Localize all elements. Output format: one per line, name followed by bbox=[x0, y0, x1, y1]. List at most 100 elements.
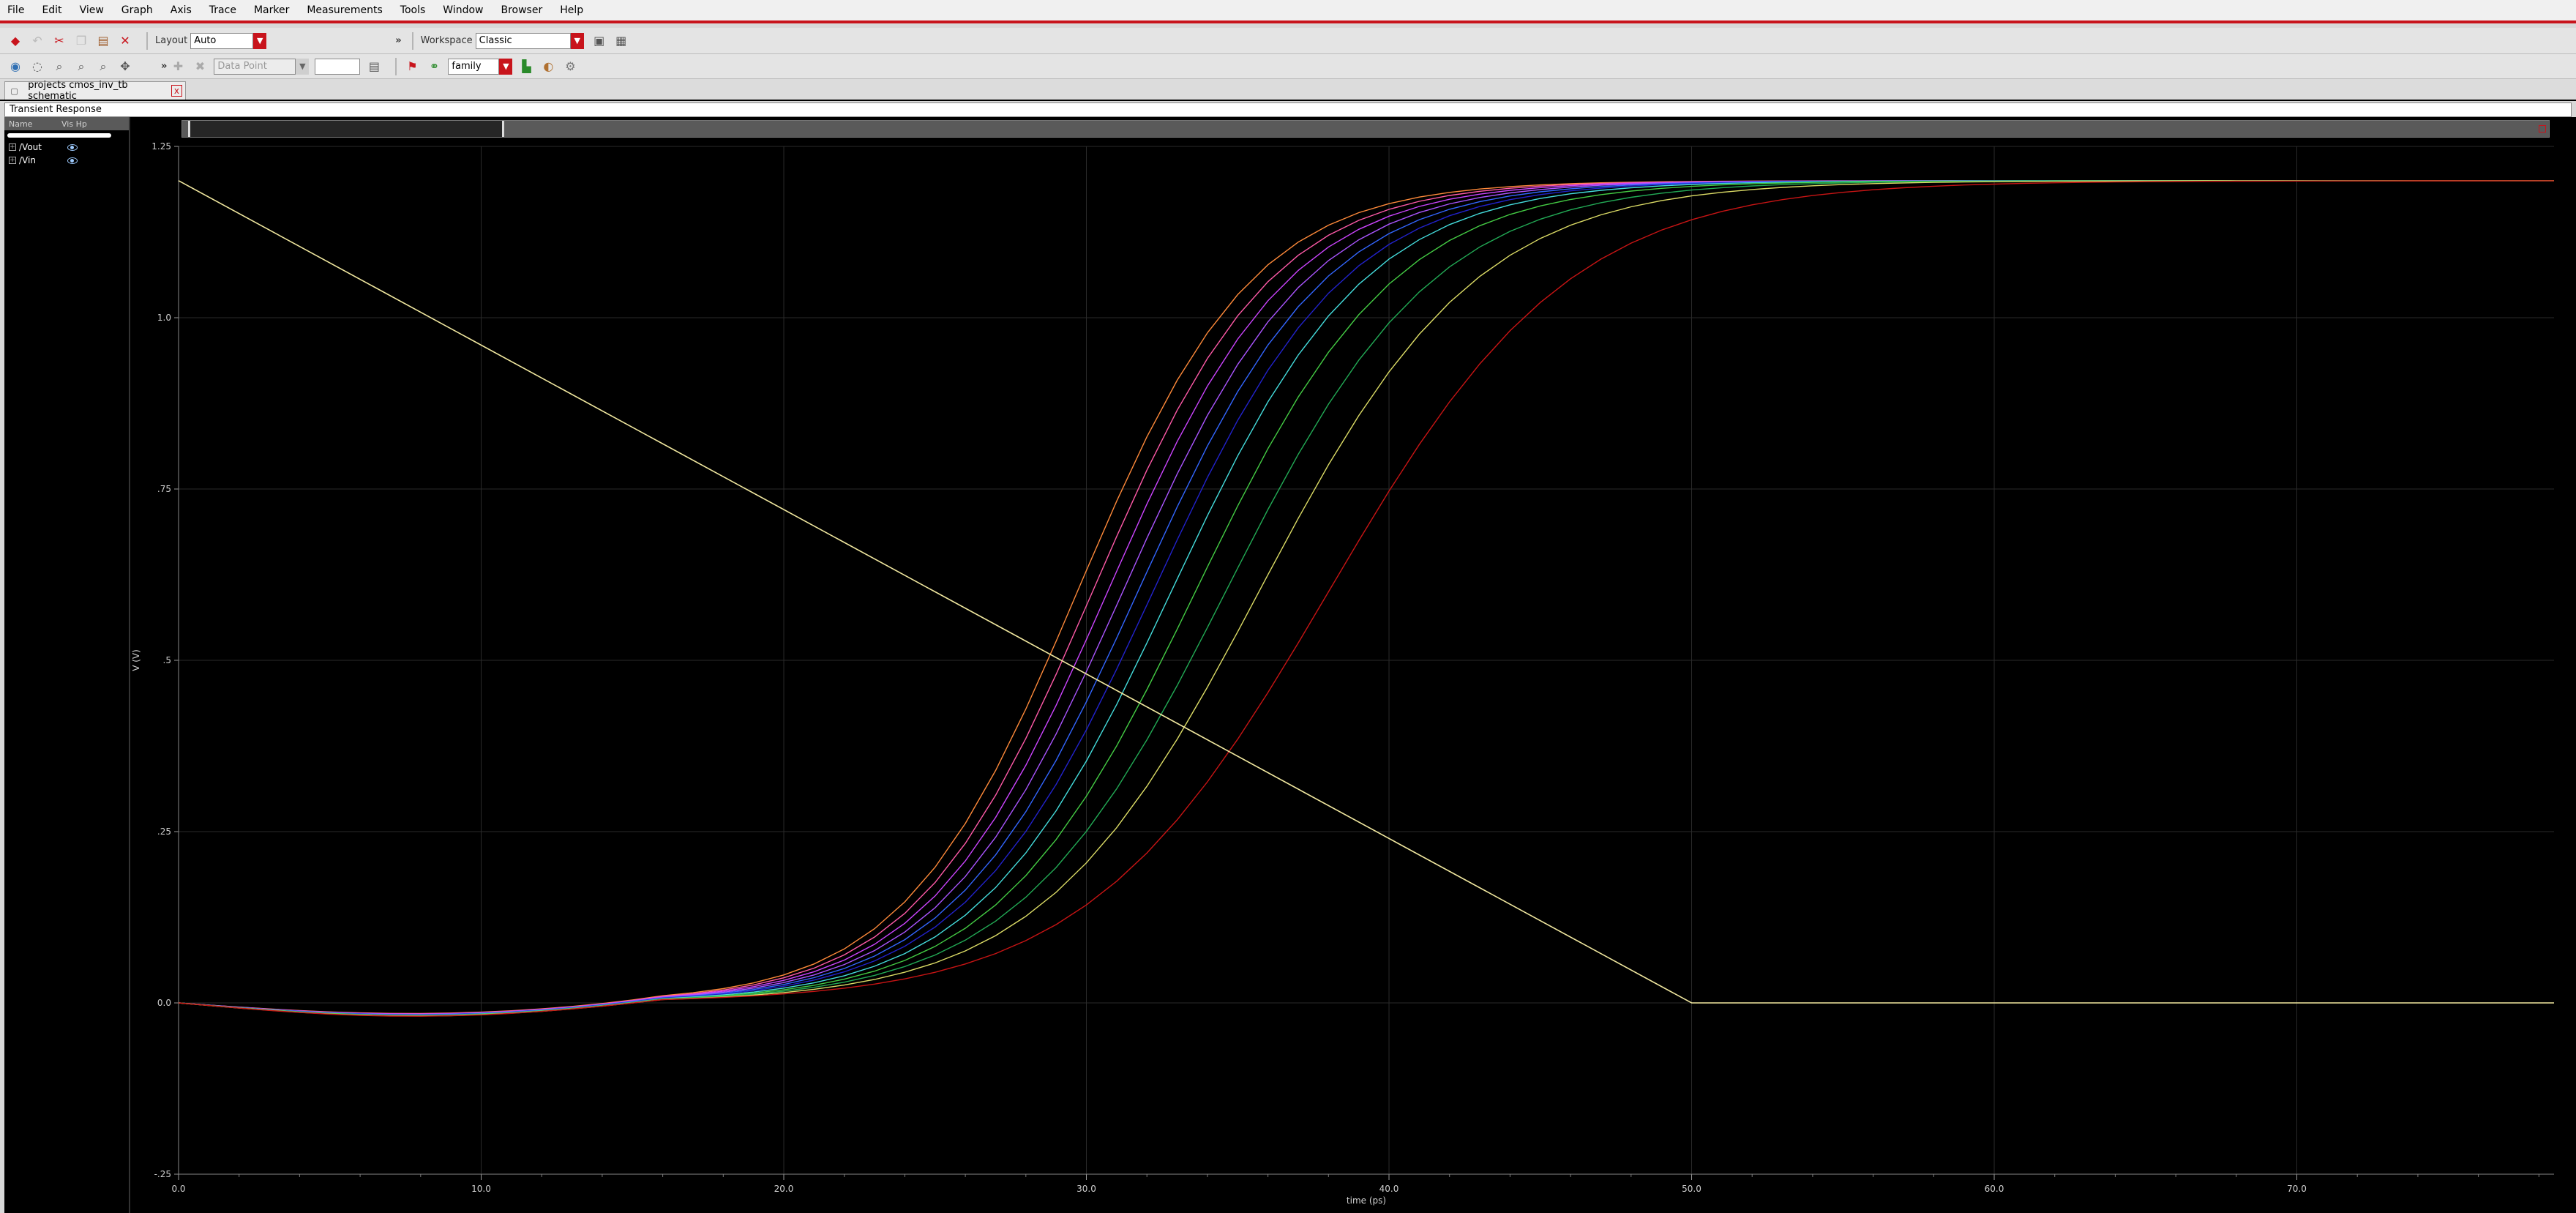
fit-icon[interactable]: ◉ bbox=[7, 59, 23, 75]
y-tick-label: .75 bbox=[157, 484, 171, 494]
workspace-select[interactable]: Classic bbox=[475, 32, 571, 49]
menu-measurements[interactable]: Measurements bbox=[305, 3, 383, 18]
toolbar-separator bbox=[411, 31, 413, 50]
trace-browser: Name Vis Hp + /Vout + /Vin bbox=[4, 117, 130, 1213]
y-tick-label: .25 bbox=[157, 826, 171, 837]
vout-trace bbox=[178, 180, 2554, 1015]
y-tick-label: 1.25 bbox=[151, 141, 171, 152]
x-tick-label: 30.0 bbox=[1077, 1184, 1096, 1194]
toolbar-separator bbox=[395, 57, 397, 75]
graph-window-title: Transient Response bbox=[4, 102, 2572, 117]
toolbar-separator bbox=[146, 31, 148, 50]
x-tick-label: 20.0 bbox=[774, 1184, 794, 1194]
close-tab-icon[interactable]: x bbox=[171, 85, 183, 97]
document-tab[interactable]: ▢ projects cmos_inv_tb schematic x bbox=[4, 80, 186, 102]
cut-icon[interactable]: ✂ bbox=[51, 33, 67, 49]
snapshot-icon[interactable]: ◐ bbox=[540, 59, 556, 75]
vout-trace bbox=[178, 180, 2554, 1017]
pan-icon[interactable]: ✥ bbox=[117, 59, 133, 75]
layout-label: Layout bbox=[155, 35, 188, 46]
x-tick-label: 70.0 bbox=[2287, 1184, 2307, 1194]
vout-trace bbox=[178, 180, 2554, 1015]
menu-window[interactable]: Window bbox=[441, 3, 484, 18]
vout-trace bbox=[178, 180, 2554, 1017]
save-workspace-icon[interactable]: ▣ bbox=[591, 33, 607, 49]
menu-help[interactable]: Help bbox=[558, 3, 585, 18]
family-select[interactable]: family bbox=[448, 58, 500, 75]
menu-axis[interactable]: Axis bbox=[169, 3, 193, 18]
menu-tools[interactable]: Tools bbox=[399, 3, 427, 18]
vout-trace bbox=[178, 180, 2554, 1016]
document-tab-bar: ▢ projects cmos_inv_tb schematic x bbox=[0, 79, 2576, 102]
marker-value-input[interactable] bbox=[315, 58, 361, 75]
layout-dropdown-icon[interactable]: ▼ bbox=[253, 32, 267, 49]
main-toolbar: ◆ ↶ ✂ ❐ ▤ ✕ Layout Auto ▼ » Workspace Cl… bbox=[0, 28, 2576, 54]
schematic-icon: ▢ bbox=[10, 86, 18, 96]
overview-scrollbar[interactable] bbox=[181, 120, 2550, 138]
menu-view[interactable]: View bbox=[78, 3, 105, 18]
expand-icon[interactable]: + bbox=[9, 157, 16, 164]
x-axis-label: time (ps) bbox=[1347, 1195, 1386, 1206]
menu-file[interactable]: File bbox=[6, 3, 26, 18]
copy-icon[interactable]: ❐ bbox=[73, 33, 89, 49]
menu-marker[interactable]: Marker bbox=[252, 3, 291, 18]
trace-name: /Vout bbox=[19, 142, 42, 152]
undo-icon[interactable]: ↶ bbox=[29, 33, 45, 49]
marker-type-dropdown-icon[interactable]: ▼ bbox=[296, 58, 310, 75]
visibility-eye-icon[interactable] bbox=[67, 143, 78, 151]
vout-trace bbox=[178, 180, 2554, 1016]
paste-icon[interactable]: ▤ bbox=[95, 33, 111, 49]
document-tab-title: projects cmos_inv_tb schematic bbox=[28, 80, 128, 102]
column-name: Name bbox=[9, 119, 33, 129]
zoom-box-icon[interactable]: ◌ bbox=[29, 59, 45, 75]
vout-trace bbox=[178, 180, 2554, 1015]
flag-icon[interactable]: ⚑ bbox=[404, 59, 420, 75]
plot-area[interactable]: 0.0 10.0 20.0 30.0 40.0 50.0 60.0 70.0 -.25 0.0.2… bbox=[130, 117, 2576, 1213]
x-tick-label: 60.0 bbox=[1985, 1184, 2004, 1194]
bookmark-icon[interactable]: ▙ bbox=[518, 59, 534, 75]
trace-browser-header: Name Vis Hp bbox=[4, 117, 129, 130]
vout-trace bbox=[178, 180, 2554, 1017]
zoom-x-icon[interactable]: ⌕ bbox=[51, 59, 67, 75]
menu-browser[interactable]: Browser bbox=[499, 3, 544, 18]
workspace-label: Workspace bbox=[420, 35, 473, 46]
y-tick-label: .5 bbox=[163, 655, 171, 665]
calculator-icon[interactable]: ▤ bbox=[366, 59, 382, 75]
marker-delete-icon[interactable]: ✖ bbox=[192, 59, 208, 75]
menu-edit[interactable]: Edit bbox=[40, 3, 63, 18]
load-workspace-icon[interactable]: ▦ bbox=[613, 33, 629, 49]
y-tick-label: 0.0 bbox=[157, 998, 171, 1008]
new-window-icon[interactable]: ◆ bbox=[7, 33, 23, 49]
x-tick-label: 10.0 bbox=[471, 1184, 491, 1194]
zoom-in-icon[interactable]: ⌕ bbox=[73, 59, 89, 75]
expand-icon[interactable]: + bbox=[9, 143, 16, 151]
marker-add-icon[interactable]: ✚ bbox=[170, 59, 186, 75]
trace-row-vout[interactable]: + /Vout bbox=[4, 141, 129, 154]
overview-close-icon[interactable] bbox=[2539, 125, 2546, 133]
browser-scrollbar[interactable] bbox=[7, 133, 111, 138]
family-dropdown-icon[interactable]: ▼ bbox=[499, 58, 513, 75]
family-icon[interactable]: ⚭ bbox=[426, 59, 442, 75]
y-tick-label: 1.0 bbox=[157, 313, 171, 323]
menu-trace[interactable]: Trace bbox=[208, 3, 238, 18]
trace-row-vin[interactable]: + /Vin bbox=[4, 154, 129, 167]
vout-trace bbox=[178, 180, 2554, 1015]
vout-trace bbox=[178, 180, 2554, 1015]
settings-icon[interactable]: ⚙ bbox=[562, 59, 578, 75]
menu-graph[interactable]: Graph bbox=[120, 3, 154, 18]
waveform-plot[interactable]: 0.0 10.0 20.0 30.0 40.0 50.0 60.0 70.0-.250.0.2… bbox=[130, 117, 2576, 1213]
zoom-out-icon[interactable]: ⌕ bbox=[95, 59, 111, 75]
workspace-dropdown-icon[interactable]: ▼ bbox=[570, 32, 584, 49]
marker-type-select[interactable]: Data Point bbox=[214, 58, 296, 75]
toolbar1-more-icon[interactable]: » bbox=[395, 35, 401, 46]
y-tick-label: -.25 bbox=[154, 1169, 171, 1179]
trace-name: /Vin bbox=[19, 155, 36, 165]
y-axis-label: V (V) bbox=[131, 649, 141, 671]
visibility-eye-icon[interactable] bbox=[67, 157, 78, 164]
overview-thumb[interactable] bbox=[188, 121, 504, 137]
delete-icon[interactable]: ✕ bbox=[117, 33, 133, 49]
layout-select[interactable]: Auto bbox=[190, 32, 254, 49]
vout-trace bbox=[178, 180, 2554, 1016]
toolbar2-more-icon[interactable]: » bbox=[161, 61, 167, 72]
x-tick-label: 0.0 bbox=[171, 1184, 185, 1194]
